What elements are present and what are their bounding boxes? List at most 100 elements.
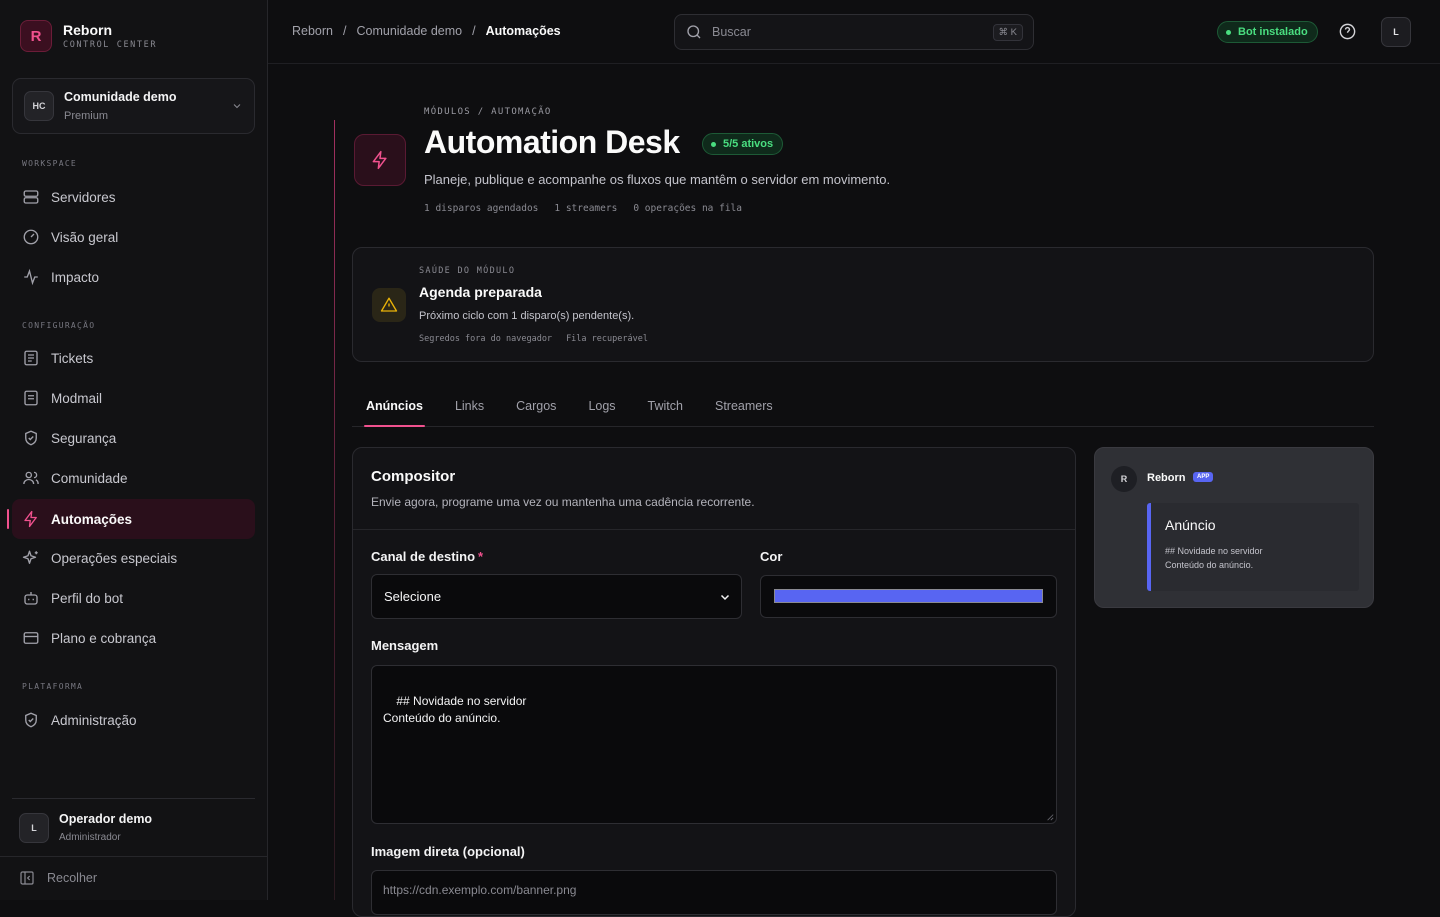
sidebar-item-label: Perfil do bot (51, 590, 124, 606)
gauge-icon (22, 228, 40, 246)
sparkles-icon (22, 549, 40, 567)
composer-card: Compositor Envie agora, programe uma vez… (352, 447, 1076, 917)
tab-cargos[interactable]: Cargos (502, 386, 570, 426)
breadcrumb-separator: / (472, 24, 476, 38)
message-label: Mensagem (371, 638, 439, 653)
user-role: Administrador (59, 832, 121, 843)
image-url-input[interactable]: https://cdn.exemplo.com/banner.png (371, 870, 1057, 915)
chevron-down-icon (231, 100, 243, 112)
brand-subtitle: CONTROL CENTER (63, 40, 158, 50)
help-icon[interactable] (1338, 22, 1357, 41)
sidebar: R Reborn CONTROL CENTER HC Comunidade de… (0, 0, 268, 900)
embed-line: ## Novidade no servidor (1165, 546, 1263, 556)
server-plan: Premium (64, 110, 109, 122)
credit-card-icon (22, 629, 40, 647)
divider (0, 856, 268, 857)
preview-bot-name: Reborn (1147, 472, 1186, 484)
avatar: L (19, 812, 49, 843)
image-url-placeholder: https://cdn.exemplo.com/banner.png (383, 883, 577, 897)
sidebar-item-label: Servidores (51, 189, 116, 205)
server-switcher[interactable]: HC Comunidade demo Premium (12, 78, 255, 134)
active-indicator (7, 509, 9, 529)
sidebar-collapse-icon (19, 870, 35, 886)
meta-queue: 0 operações na fila (633, 203, 742, 214)
sidebar-item-label: Modmail (51, 390, 103, 406)
sidebar-item-modmail[interactable]: Modmail (12, 378, 255, 418)
mail-icon (22, 389, 40, 407)
composer-subtitle: Envie agora, programe uma vez ou mantenh… (371, 495, 755, 509)
sidebar-item-perfil-do-bot[interactable]: Perfil do bot (12, 578, 255, 618)
meta-scheduled: 1 disparos agendados (424, 203, 539, 214)
tab-streamers[interactable]: Streamers (701, 386, 787, 426)
channel-select[interactable]: Selecione (371, 574, 742, 619)
health-description: Próximo ciclo com 1 disparo(s) pendente(… (419, 310, 635, 322)
brand-name: Reborn (63, 22, 112, 38)
breadcrumb-item-reborn[interactable]: Reborn (292, 24, 333, 38)
server-avatar: HC (24, 91, 54, 121)
server-icon (22, 188, 40, 206)
brand-logo: R (20, 20, 52, 52)
sidebar-item-operacoes-especiais[interactable]: Operações especiais (12, 538, 255, 578)
sidebar-item-label: Visão geral (51, 229, 119, 245)
user-card[interactable]: L Operador demo Administrador (19, 812, 152, 843)
zap-icon (354, 134, 406, 186)
sidebar-item-label: Segurança (51, 430, 117, 446)
sidebar-item-plano-e-cobranca[interactable]: Plano e cobrança (12, 618, 255, 658)
avatar[interactable]: L (1381, 17, 1411, 47)
collapse-sidebar-button[interactable]: Recolher (19, 870, 97, 886)
search-input[interactable]: Buscar ⌘ K (674, 14, 1034, 50)
color-label: Cor (760, 549, 783, 564)
bot-icon (22, 589, 40, 607)
health-tag: Segredos fora do navegador (419, 334, 553, 344)
chevron-down-icon (719, 591, 731, 603)
warning-icon (372, 288, 406, 322)
channel-label-text: Canal de destino (371, 549, 476, 564)
health-eyebrow: SAÚDE DO MÓDULO (419, 266, 516, 276)
status-badge: 5/5 ativos (702, 133, 784, 155)
module-health-card: SAÚDE DO MÓDULO Agenda preparada Próximo… (352, 247, 1374, 362)
tab-twitch[interactable]: Twitch (634, 386, 697, 426)
sidebar-item-impacto[interactable]: Impacto (12, 257, 255, 297)
resize-handle-icon[interactable] (1046, 813, 1054, 821)
embed-title: Anúncio (1165, 517, 1216, 533)
sidebar-item-seguranca[interactable]: Segurança (12, 418, 255, 458)
sidebar-item-visao-geral[interactable]: Visão geral (12, 217, 255, 257)
zap-icon (22, 510, 40, 528)
sidebar-item-comunidade[interactable]: Comunidade (12, 458, 255, 498)
sidebar-item-automacoes[interactable]: Automações (12, 499, 255, 539)
sidebar-item-servidores[interactable]: Servidores (12, 177, 255, 217)
composer-title: Compositor (371, 468, 456, 485)
health-tag: Fila recuperável (566, 334, 648, 344)
bot-status-badge: Bot instalado (1217, 21, 1318, 43)
user-name: Operador demo (59, 812, 153, 826)
status-dot (1226, 29, 1231, 35)
sidebar-item-label: Automações (51, 511, 133, 527)
color-picker[interactable] (760, 575, 1057, 618)
embed-line: Conteúdo do anúncio. (1165, 560, 1254, 570)
message-preview: R Reborn APP Anúncio ## Novidade no serv… (1094, 447, 1374, 608)
color-swatch (774, 589, 1043, 603)
channel-select-value: Selecione (384, 589, 442, 604)
page-meta: 1 disparos agendados 1 streamers 0 opera… (424, 203, 742, 214)
section-label-configuracao: CONFIGURAÇÃO (22, 321, 96, 330)
required-marker: * (478, 549, 484, 564)
sidebar-item-label: Tickets (51, 350, 94, 366)
search-shortcut: ⌘ K (992, 24, 1023, 41)
sidebar-item-tickets[interactable]: Tickets (12, 338, 255, 378)
active-count: 5/5 ativos (723, 138, 774, 150)
section-label-plataforma: PLATAFORMA (22, 682, 84, 691)
breadcrumb: Reborn / Comunidade demo / Automações (292, 24, 561, 38)
sidebar-item-label: Comunidade (51, 470, 128, 486)
divider (12, 798, 255, 799)
breadcrumb-item-comunidade[interactable]: Comunidade demo (356, 24, 462, 38)
tab-anuncios[interactable]: Anúncios (352, 386, 437, 427)
status-dot (711, 141, 716, 147)
image-label: Imagem direta (opcional) (371, 844, 525, 859)
brand[interactable]: R Reborn CONTROL CENTER (20, 20, 157, 52)
preview-embed: Anúncio ## Novidade no servidor Conteúdo… (1147, 503, 1359, 591)
sidebar-item-label: Operações especiais (51, 550, 178, 566)
tab-links[interactable]: Links (441, 386, 498, 426)
message-textarea[interactable]: ## Novidade no servidor Conteúdo do anún… (371, 665, 1057, 824)
tab-logs[interactable]: Logs (574, 386, 629, 426)
sidebar-item-administracao[interactable]: Administração (12, 700, 255, 740)
